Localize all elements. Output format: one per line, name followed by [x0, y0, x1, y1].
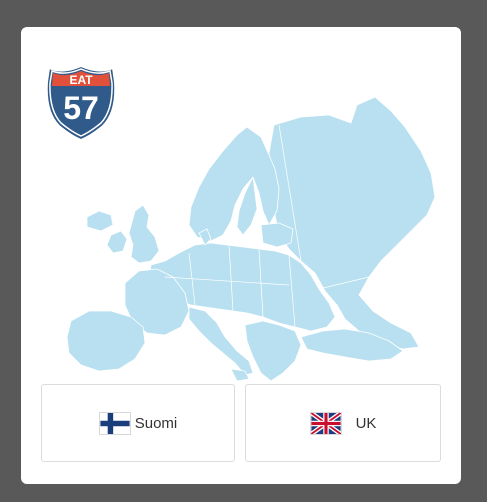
eat57-logo-icon: EAT 57 [45, 64, 117, 142]
finland-flag-icon [98, 411, 131, 435]
logo-top-text: EAT [69, 73, 93, 87]
language-selection-card: EAT 57 Suomi UK [21, 27, 461, 484]
language-button-finnish[interactable]: Suomi [41, 384, 235, 462]
language-label-finnish: Suomi [134, 414, 178, 432]
language-label-uk: UK [355, 414, 377, 432]
language-button-uk[interactable]: UK [245, 384, 441, 462]
uk-flag-icon [309, 411, 342, 435]
logo-number: 57 [63, 90, 99, 126]
